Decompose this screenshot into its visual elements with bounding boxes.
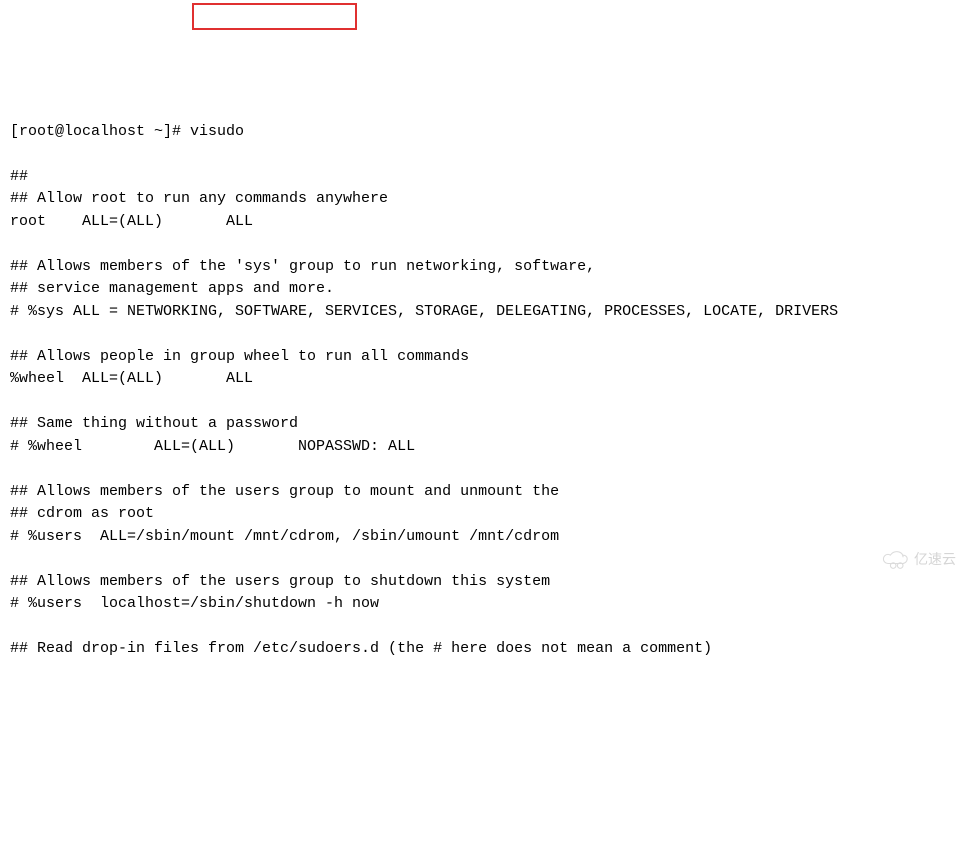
watermark-text: 亿速云 xyxy=(914,549,956,570)
file-line xyxy=(10,548,956,571)
file-line xyxy=(10,143,956,166)
file-line xyxy=(10,233,956,256)
file-line: ## Allows members of the 'sys' group to … xyxy=(10,256,956,279)
command-text: visudo xyxy=(190,123,244,140)
file-line: ## Allows members of the users group to … xyxy=(10,481,956,504)
file-line: # %users localhost=/sbin/shutdown -h now xyxy=(10,593,956,616)
watermark: 亿速云 xyxy=(882,549,956,570)
cloud-icon xyxy=(882,550,910,570)
file-line: ## Allows members of the users group to … xyxy=(10,571,956,594)
prompt-line: [root@localhost ~]# visudo xyxy=(10,121,956,144)
file-line: ## service management apps and more. xyxy=(10,278,956,301)
file-line: ## Same thing without a password xyxy=(10,413,956,436)
file-line: %wheel ALL=(ALL) ALL xyxy=(10,368,956,391)
file-line: ## xyxy=(10,166,956,189)
file-line xyxy=(10,458,956,481)
terminal-output: [root@localhost ~]# visudo #### Allow roo… xyxy=(10,98,956,683)
file-line: # %users ALL=/sbin/mount /mnt/cdrom, /sb… xyxy=(10,526,956,549)
file-line: root ALL=(ALL) ALL xyxy=(10,211,956,234)
file-line: ## cdrom as root xyxy=(10,503,956,526)
file-line: ## Allow root to run any commands anywhe… xyxy=(10,188,956,211)
file-line: # %sys ALL = NETWORKING, SOFTWARE, SERVI… xyxy=(10,301,956,324)
highlight-annotation xyxy=(192,3,357,30)
file-line: # %wheel ALL=(ALL) NOPASSWD: ALL xyxy=(10,436,956,459)
file-line xyxy=(10,616,956,639)
file-line: ## Read drop-in files from /etc/sudoers.… xyxy=(10,638,956,661)
file-line: ## Allows people in group wheel to run a… xyxy=(10,346,956,369)
file-line xyxy=(10,323,956,346)
file-line xyxy=(10,391,956,414)
shell-prompt: [root@localhost ~]# xyxy=(10,123,190,140)
